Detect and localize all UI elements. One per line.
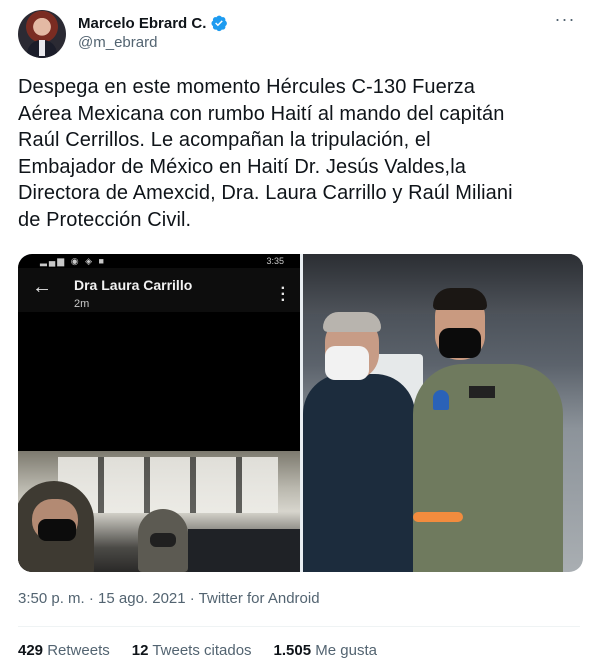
- media-image-photo[interactable]: [303, 254, 583, 572]
- author-name[interactable]: Marcelo Ebrard C.: [78, 15, 206, 32]
- chat-app-bar: ← Dra Laura Carrillo 2m · · ·: [18, 268, 300, 312]
- media-image-screenshot[interactable]: ▂▄▆ ◉ ◈ ■ 3:35 ← Dra Laura Carrillo 2m ·…: [18, 254, 300, 572]
- retweets-stat[interactable]: 429 Retweets: [18, 642, 110, 659]
- retweets-count: 429: [18, 642, 44, 659]
- tweet-media[interactable]: ▂▄▆ ◉ ◈ ■ 3:35 ← Dra Laura Carrillo 2m ·…: [18, 254, 583, 572]
- divider: [18, 626, 580, 627]
- status-icons: ▂▄▆ ◉ ◈ ■: [40, 256, 106, 266]
- likes-count: 1.505: [273, 642, 312, 659]
- quote-tweets-stat[interactable]: 12 Tweets citados: [132, 642, 252, 659]
- tweet-timestamp[interactable]: 3:50 p. m. · 15 ago. 2021 · Twitter for …: [18, 590, 320, 607]
- phone-status-bar: ▂▄▆ ◉ ◈ ■ 3:35: [18, 254, 300, 268]
- back-arrow-icon: ←: [32, 276, 52, 298]
- retweets-label: Retweets: [47, 642, 110, 659]
- status-time: 3:35: [266, 256, 284, 266]
- chat-subtitle: 2m: [74, 298, 90, 310]
- tweet-stats: 429 Retweets 12 Tweets citados 1.505 Me …: [18, 642, 377, 659]
- tweet-text: Despega en este momento Hércules C-130 F…: [18, 76, 513, 231]
- likes-label: Me gusta: [315, 642, 377, 659]
- avatar[interactable]: [18, 10, 66, 58]
- quotes-count: 12: [131, 642, 149, 659]
- tweet-header: Marcelo Ebrard C. @m_ebrard ···: [18, 10, 580, 58]
- verified-badge-icon: [211, 15, 228, 32]
- quotes-label: Tweets citados: [152, 642, 252, 659]
- likes-stat[interactable]: 1.505 Me gusta: [274, 642, 377, 659]
- kebab-menu-icon: · · ·: [280, 280, 286, 309]
- author-handle[interactable]: @m_ebrard: [78, 34, 157, 51]
- author-name-row: Marcelo Ebrard C.: [78, 14, 228, 32]
- cockpit-photo: [18, 451, 300, 572]
- ellipsis-icon[interactable]: ···: [550, 10, 580, 34]
- chat-title: Dra Laura Carrillo: [74, 277, 193, 293]
